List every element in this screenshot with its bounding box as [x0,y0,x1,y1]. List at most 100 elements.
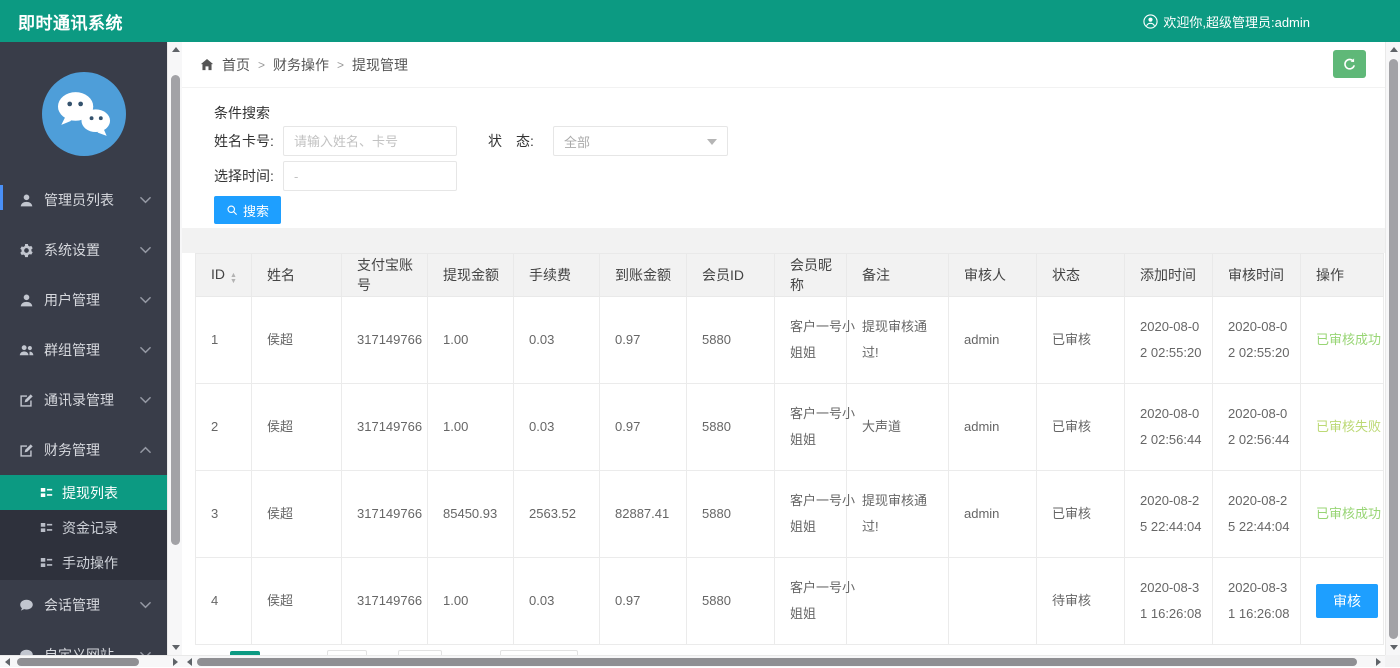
cell-name: 侯超 [251,470,342,558]
cell-received: 82887.41 [599,470,687,558]
cell-remark [846,557,949,645]
sidebar-item-label: 系统设置 [44,242,100,258]
added-time: 02:55:20 [1150,345,1202,360]
account-text: 317149766 [357,593,423,609]
scroll-right-icon[interactable] [168,656,182,668]
status-select-value: 全部 [564,134,591,150]
search-panel: 条件搜索 姓名卡号: 状 态: 全部 选择时间: 搜索 [182,88,1385,228]
status-label: 状 态: [488,133,534,149]
sidebar-item-label: 通讯录管理 [44,392,114,408]
sidebar-item-session-management[interactable]: 会话管理 [0,580,167,630]
cell-auditor: admin [948,296,1037,384]
welcome-area[interactable]: 欢迎你,超级管理员:admin [1143,12,1310,31]
chevron-down-icon [140,346,151,354]
scroll-left-icon[interactable] [182,656,196,668]
account-text: 317149766 [357,506,423,522]
added-time: 22:44:04 [1150,519,1202,534]
status-select[interactable]: 全部 [553,126,728,156]
scrollbar-corner [1385,655,1400,667]
sidebar-subitem-fund-records[interactable]: 资金记录 [0,510,167,545]
sort-desc-icon[interactable]: ▼ [230,278,237,285]
refresh-button[interactable] [1333,50,1366,78]
sidebar-item-admin-list[interactable]: 管理员列表 [0,175,167,225]
sidebar-item-label: 财务管理 [44,442,100,458]
sidebar-scrollbar-thumb[interactable] [171,75,180,545]
audit-time: 22:44:04 [1238,519,1290,534]
table-row: 4 侯超 317149766 1.00 0.03 0.97 5880 客户一号小… [195,557,1384,645]
main-scrollbar-thumb[interactable] [1389,59,1398,639]
breadcrumb-separator: > [258,57,266,72]
cell-fee: 0.03 [513,383,600,471]
col-auditor: 审核人 [948,253,1037,297]
edit-icon [20,443,33,457]
name-card-input[interactable] [283,126,457,156]
cell-nickname: 客户一号小姐姐 [774,296,855,384]
sidebar-subitem-manual-operation[interactable]: 手动操作 [0,545,167,580]
edit-icon [20,393,33,407]
added-time: 16:26:08 [1150,606,1202,621]
sidebar-horizontal-scrollbar[interactable] [0,655,182,667]
scroll-left-icon[interactable] [0,656,14,668]
sidebar-item-system-settings[interactable]: 系统设置 [0,225,167,275]
scroll-down-icon[interactable] [168,640,183,655]
sidebar-vertical-scrollbar[interactable] [167,42,182,655]
time-range-input[interactable] [283,161,457,191]
scroll-up-icon[interactable] [168,42,183,57]
cell-status: 已审核 [1036,296,1125,384]
chevron-down-icon [140,601,151,609]
sidebar-item-custom-website[interactable]: 自定义网站 [0,630,167,655]
col-name: 姓名 [251,253,342,297]
audit-time: 02:55:20 [1238,345,1290,360]
scroll-down-icon[interactable] [1386,640,1400,655]
main-hscrollbar-thumb[interactable] [197,658,1357,666]
cell-fee: 0.03 [513,296,600,384]
col-added-time: 添加时间 [1124,253,1213,297]
welcome-text: 欢迎你,超级管理员:admin [1163,14,1310,30]
breadcrumb-finance[interactable]: 财务操作 [273,55,329,75]
sidebar-hscrollbar-thumb[interactable] [17,658,139,666]
sidebar-item-contacts-management[interactable]: 通讯录管理 [0,375,167,425]
col-remark: 备注 [846,253,949,297]
col-action: 操作 [1300,253,1384,297]
account-text: 317149766 [357,332,423,348]
scroll-right-icon[interactable] [1371,656,1385,668]
cell-action: 已审核失败 [1300,383,1384,471]
cell-audit-time: 2020-08-31 16:26:08 [1212,557,1301,645]
sidebar-item-group-management[interactable]: 群组管理 [0,325,167,375]
main-horizontal-scrollbar[interactable] [182,655,1385,667]
remark-text: 提现审核通过! [862,493,928,534]
list-icon [40,488,53,497]
table-row: 3 侯超 317149766 85450.93 2563.52 82887.41… [195,470,1384,558]
sidebar-subitem-withdraw-list[interactable]: 提现列表 [0,475,167,510]
added-time: 02:56:44 [1150,432,1202,447]
cell-added-time: 2020-08-02 02:56:44 [1124,383,1213,471]
sidebar-item-finance-management[interactable]: 财务管理 [0,425,167,475]
main-vertical-scrollbar[interactable] [1385,42,1400,655]
scroll-up-icon[interactable] [1386,42,1400,57]
chevron-down-icon [140,246,151,254]
section-divider [182,228,1385,253]
app-title: 即时通讯系统 [18,13,123,33]
sidebar-item-user-management[interactable]: 用户管理 [0,275,167,325]
cell-amount: 85450.93 [427,470,514,558]
table-row: 1 侯超 317149766 1.00 0.03 0.97 5880 客户一号小… [195,296,1384,384]
search-button[interactable]: 搜索 [214,196,282,224]
cell-nickname: 客户一号小姐姐 [774,557,855,645]
refresh-icon [1344,57,1355,70]
cell-id: 2 [195,383,252,471]
cell-remark: 提现审核通过! [846,296,949,384]
col-id[interactable]: ID ▲ ▼ [195,253,252,297]
cell-member-id: 5880 [686,557,775,645]
audit-fail-link[interactable]: 已审核失败 [1316,419,1381,434]
audit-button[interactable]: 审核 [1316,584,1378,618]
table-row: 2 侯超 317149766 1.00 0.03 0.97 5880 客户一号小… [195,383,1384,471]
cell-status: 已审核 [1036,470,1125,558]
cell-name: 侯超 [251,383,342,471]
user-icon [20,194,33,206]
cell-status: 待审核 [1036,557,1125,645]
audit-success-link[interactable]: 已审核成功 [1316,506,1381,521]
audit-success-link[interactable]: 已审核成功 [1316,332,1381,347]
breadcrumb-home[interactable]: 首页 [222,55,250,75]
cell-remark: 提现审核通过! [846,470,949,558]
chat-icon [20,599,33,611]
